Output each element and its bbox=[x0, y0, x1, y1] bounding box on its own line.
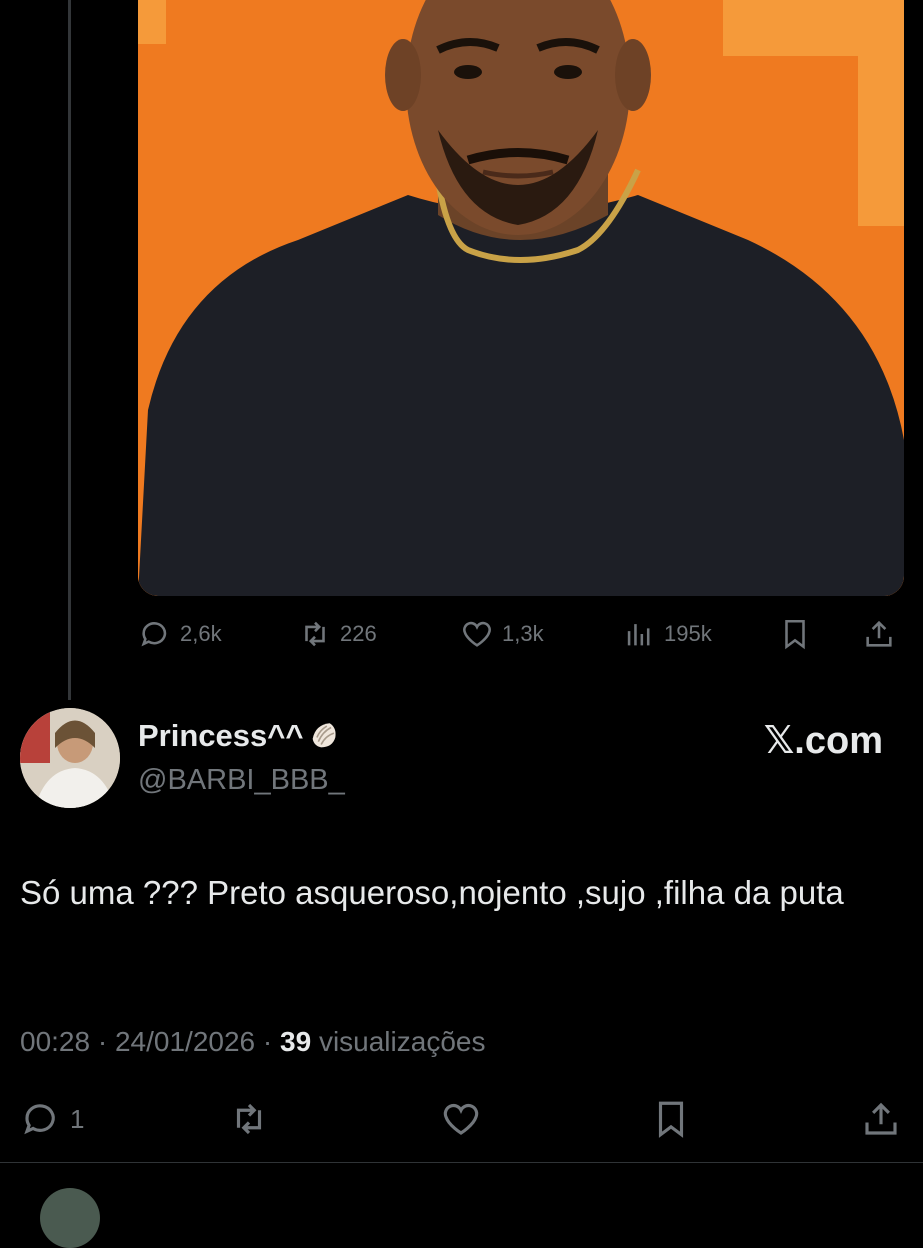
display-name[interactable]: Princess^^ bbox=[138, 718, 341, 754]
share-action[interactable] bbox=[862, 612, 896, 656]
reply-icon bbox=[141, 622, 167, 647]
bookmark-icon bbox=[785, 619, 805, 650]
next-avatar[interactable] bbox=[40, 1188, 100, 1248]
like-count: 1,3k bbox=[502, 621, 544, 646]
views-label: visualizações bbox=[318, 1026, 486, 1057]
avatar-photo bbox=[20, 708, 120, 808]
user-handle[interactable]: @BARBI_BBB_ bbox=[138, 764, 345, 797]
avatar[interactable] bbox=[20, 708, 120, 808]
tweet-date[interactable]: 24/01/2026 bbox=[115, 1026, 255, 1057]
reply-icon bbox=[24, 1104, 55, 1135]
meta-separator: · bbox=[97, 1026, 115, 1057]
share-icon bbox=[865, 1102, 897, 1135]
display-name-text: Princess^^ bbox=[138, 718, 304, 753]
reply-text: Só uma ??? Preto asqueroso,nojento ,sujo… bbox=[20, 874, 844, 911]
views-count: 195k bbox=[664, 621, 712, 646]
repost-count: 226 bbox=[340, 621, 377, 646]
divider bbox=[0, 1162, 923, 1163]
post-image[interactable] bbox=[138, 0, 904, 596]
like-icon bbox=[443, 1103, 479, 1135]
repost-action[interactable] bbox=[228, 1094, 270, 1144]
next-reply-preview bbox=[0, 1180, 923, 1248]
repost-icon bbox=[236, 1103, 262, 1135]
person-photo-illustration bbox=[138, 0, 904, 596]
reply-action[interactable]: 1 bbox=[20, 1094, 84, 1144]
reply-count: 1 bbox=[70, 1103, 85, 1134]
reply-tweet: Princess^^ @BARBI_BBB_ 𝕏.com Só uma ??? … bbox=[0, 700, 923, 1248]
thread-line bbox=[68, 0, 71, 700]
repost-action[interactable]: 226 bbox=[298, 612, 377, 656]
views-icon bbox=[627, 624, 650, 646]
views-number: 39 bbox=[280, 1026, 312, 1057]
post-action-bar: 2,6k 226 1,3k 195k bbox=[138, 612, 904, 656]
reply-action-bar: 1 bbox=[0, 1094, 923, 1144]
views-action[interactable]: 195k bbox=[622, 612, 712, 656]
reply-count: 2,6k bbox=[180, 621, 222, 646]
share-icon bbox=[866, 620, 892, 647]
bookmark-icon bbox=[658, 1101, 684, 1138]
x-brand-watermark: 𝕏.com bbox=[763, 720, 883, 762]
reply-action[interactable]: 2,6k bbox=[138, 612, 222, 656]
share-action[interactable] bbox=[860, 1094, 902, 1144]
like-action[interactable]: 1,3k bbox=[460, 612, 544, 656]
bookmark-action[interactable] bbox=[778, 612, 812, 656]
like-icon bbox=[463, 621, 491, 647]
tweet-meta: 00:28 · 24/01/2026 · 39 visualizações bbox=[20, 1026, 485, 1058]
tweet-time[interactable]: 00:28 bbox=[20, 1026, 90, 1057]
bookmark-action[interactable] bbox=[650, 1094, 692, 1144]
repost-icon bbox=[305, 621, 325, 647]
meta-separator: · bbox=[262, 1026, 280, 1057]
shell-emoji-icon bbox=[313, 723, 337, 748]
like-action[interactable] bbox=[440, 1094, 482, 1144]
